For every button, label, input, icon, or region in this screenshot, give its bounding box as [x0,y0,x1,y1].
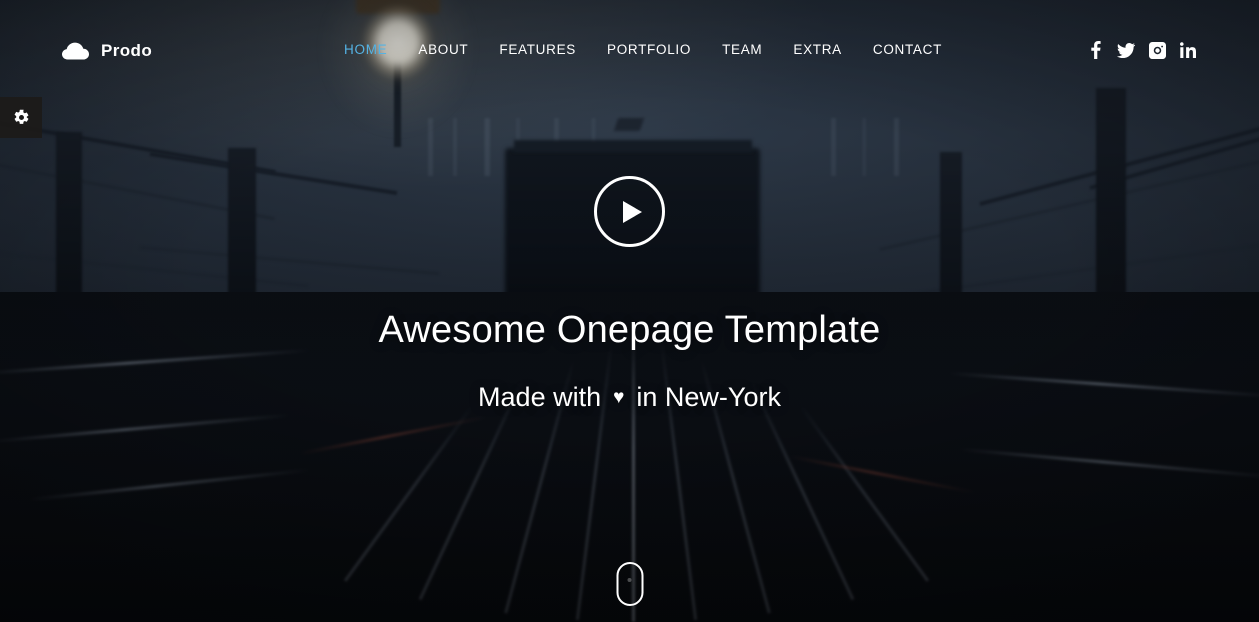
brand-logo[interactable]: Prodo [62,41,152,60]
bridge-center-tower-cap [514,140,752,152]
hero-subtitle: Made with ♥ in New-York [478,381,781,413]
facebook-icon[interactable] [1086,41,1104,59]
hero-section: Prodo HOME ABOUT FEATURES PORTFOLIO TEAM… [0,0,1259,622]
scroll-down-indicator[interactable] [616,562,643,606]
hero-subtitle-after: in New-York [636,381,781,412]
play-video-button[interactable] [594,176,665,247]
main-navigation: HOME ABOUT FEATURES PORTFOLIO TEAM EXTRA… [200,43,1086,57]
heart-icon: ♥ [613,387,625,409]
brand-name: Prodo [101,40,153,60]
cloud-icon [62,41,89,60]
nav-item-portfolio[interactable]: PORTFOLIO [607,43,691,57]
social-links [1086,41,1197,59]
nav-item-team[interactable]: TEAM [722,43,762,57]
nav-item-home[interactable]: HOME [344,43,387,57]
nav-item-contact[interactable]: CONTACT [873,43,942,57]
nav-item-extra[interactable]: EXTRA [793,43,842,57]
page-title: Awesome Onepage Template [378,309,881,351]
hero-subtitle-before: Made with [478,381,602,412]
site-header: Prodo HOME ABOUT FEATURES PORTFOLIO TEAM… [0,0,1259,100]
hero-content: Awesome Onepage Template Made with ♥ in … [0,176,1259,413]
scroll-mouse-wheel-icon [627,578,632,582]
bridge-center-flag [613,118,645,131]
linkedin-icon[interactable] [1179,41,1197,59]
instagram-icon[interactable] [1148,41,1166,59]
play-icon [623,200,642,223]
settings-toggle-button[interactable] [0,97,42,138]
nav-item-features[interactable]: FEATURES [499,43,576,57]
twitter-icon[interactable] [1117,41,1135,59]
gear-icon [13,109,30,126]
nav-item-about[interactable]: ABOUT [418,43,468,57]
